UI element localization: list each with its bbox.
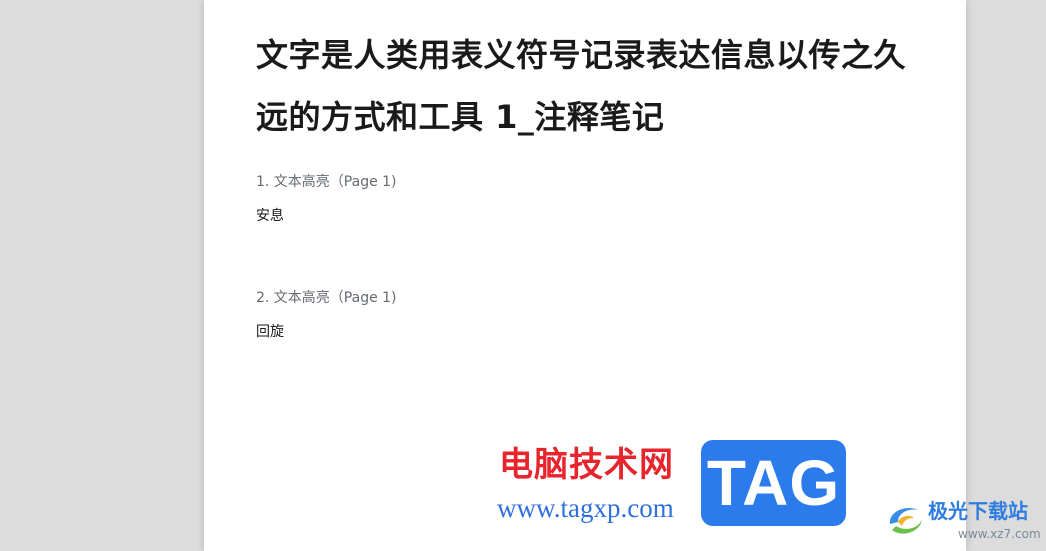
annotation-note-header: 2. 文本高亮（Page 1) (256, 290, 397, 306)
annotation-note-text[interactable]: 安息 (256, 206, 906, 226)
download-site-watermark: 极光下载站 www.xz7.com (884, 496, 1044, 550)
document-title: 文字是人类用表义符号记录表达信息以传之久远的方式和工具 1_注释笔记 (256, 36, 907, 136)
swirl-logo-icon (884, 500, 928, 540)
annotation-note-text[interactable]: 回旋 (256, 322, 906, 342)
annotation-note: 2. 文本高亮（Page 1) 回旋 (256, 288, 906, 342)
tag-logo-text: TAG (706, 447, 841, 519)
site-watermark: 电脑技术网 www.tagxp.com (497, 443, 697, 523)
annotation-note-header: 1. 文本高亮（Page 1) (256, 174, 397, 190)
tag-logo: TAG (701, 440, 846, 526)
download-site-name: 极光下载站 (928, 499, 1028, 523)
annotation-note: 1. 文本高亮（Page 1) 安息 (256, 172, 906, 226)
site-watermark-name: 电脑技术网 (499, 445, 674, 485)
site-watermark-url: www.tagxp.com (497, 493, 674, 523)
download-site-url: www.xz7.com (958, 527, 1041, 541)
